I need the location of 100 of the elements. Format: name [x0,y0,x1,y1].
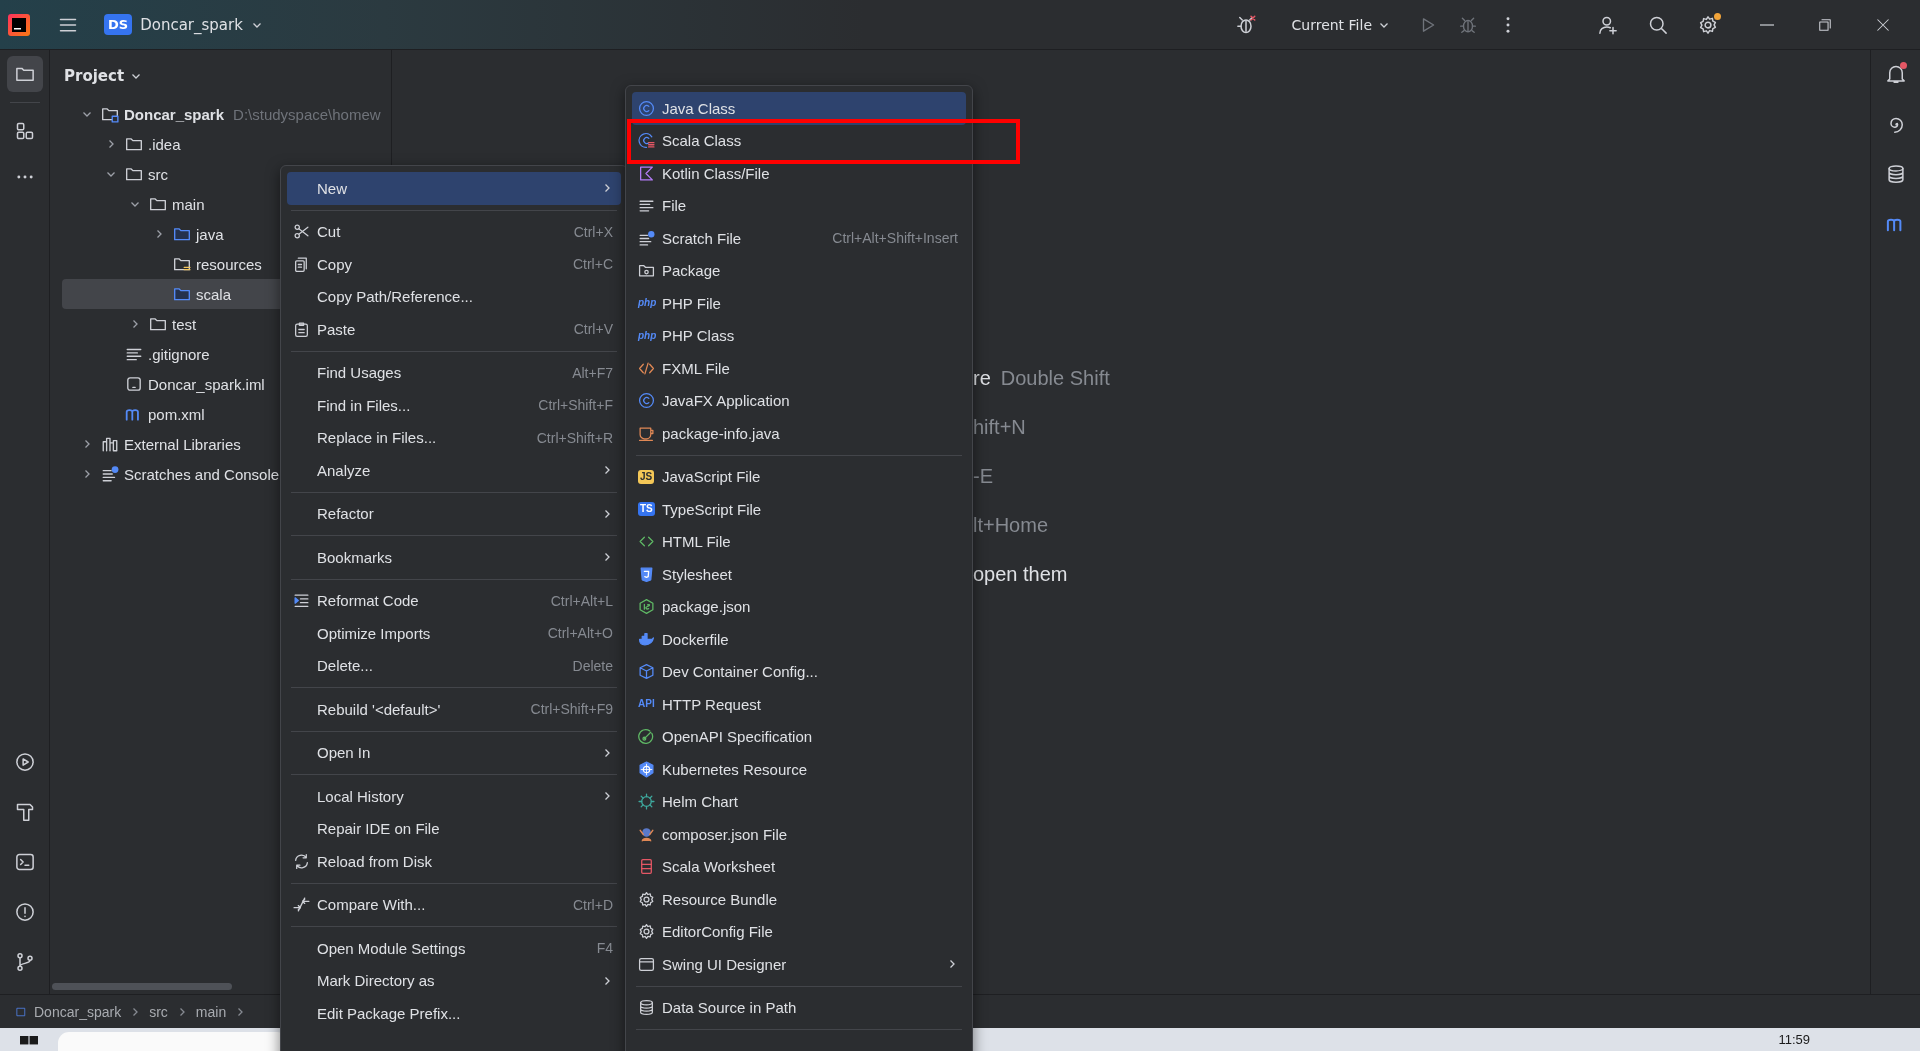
menu-item[interactable]: Open In [287,736,621,769]
menu-item[interactable]: Analyze [287,454,621,487]
books-icon [101,435,119,453]
menu-item[interactable]: Scratch File Ctrl+Alt+Shift+Insert [632,222,966,255]
menu-item[interactable]: TS TypeScript File [632,493,966,526]
menu-item[interactable]: Kotlin Class/File [632,157,966,190]
file-type-icon: php [638,330,657,341]
menu-item[interactable]: Swing UI Designer [632,948,966,981]
project-panel-title[interactable]: Project [64,67,143,85]
menu-item[interactable]: Mark Directory as [287,964,621,997]
restore-icon [1818,17,1832,32]
window-icon [638,955,655,973]
scissors-icon [293,223,310,241]
menu-item[interactable]: Dockerfile [632,623,966,656]
stack-icon [638,858,655,876]
menu-item[interactable]: Cut Ctrl+X [287,215,621,248]
menu-item[interactable]: php PHP File [632,287,966,320]
breadcrumb[interactable]: src [149,1003,168,1020]
tool-window-button[interactable] [6,56,43,92]
folder-icon [173,225,191,243]
scrollbar[interactable] [52,983,232,990]
run-config-selector[interactable]: Current File [1285,15,1396,34]
menu-item[interactable]: Reload from Disk [287,845,621,878]
module-icon [16,1006,26,1017]
menu-item[interactable]: php PHP Class [632,319,966,352]
project-badge: DS [104,14,133,35]
class-icon [638,132,655,150]
menu-item[interactable]: Compare With... Ctrl+D [287,888,621,921]
menu-item[interactable]: EditorConfig File [632,915,966,948]
structure-icon [14,121,35,141]
menu-item[interactable]: HTML File [632,525,966,558]
shortcut-text: Ctrl+Alt+L [550,592,613,609]
menu-item[interactable]: composer.json File [632,818,966,851]
app-logo[interactable] [8,13,30,36]
hint-text: re [973,367,991,390]
project-selector[interactable]: DS Doncar_spark [100,10,267,39]
menu-item[interactable]: Refactor [287,497,621,530]
tree-item[interactable]: .idea [62,129,391,159]
folder-icon [101,105,119,123]
settings-icon [1698,14,1718,35]
menu-item[interactable]: Delete... Delete [287,649,621,682]
menu-item[interactable]: package.json [632,590,966,623]
folder-icon [149,315,167,333]
menu-item[interactable]: FXML File [632,352,966,385]
branch-icon [14,952,35,972]
shortcut-text: Delete [572,657,613,674]
menu-item[interactable]: API HTTP Request [632,688,966,721]
file-type-icon: php [638,298,657,309]
menu-item[interactable]: Paste Ctrl+V [287,313,621,346]
breadcrumb[interactable]: main [195,1003,227,1020]
wheel-icon [638,793,655,811]
menu-item[interactable]: Kubernetes Resource [632,753,966,786]
shortcut-text: Ctrl+Alt+O [547,625,613,642]
menu-item[interactable]: File [632,189,966,222]
menu-item[interactable]: Edit Package Prefix... [287,997,621,1030]
folder-icon [173,285,191,303]
minimize-icon [1760,23,1774,26]
menu-item[interactable]: Find Usages Alt+F7 [287,356,621,389]
figure-icon [638,825,655,843]
menu-item[interactable]: package-info.java [632,417,966,450]
shortcut-text: Double Shift [1000,367,1110,390]
file-type-icon: TS [638,502,655,517]
menu-item[interactable]: Optimize Imports Ctrl+Alt+O [287,617,621,650]
shortcut-text: -E [973,465,993,488]
menu-item[interactable]: Rebuild '<default>' Ctrl+Shift+F9 [287,693,621,726]
menu-item[interactable]: New [287,172,621,205]
menu-item[interactable]: Local History [287,780,621,813]
menu-item[interactable]: Replace in Files... Ctrl+Shift+R [287,421,621,454]
clipboard-icon [293,320,310,338]
menu-item[interactable]: Bookmarks [287,541,621,574]
menu-item[interactable]: Open Module Settings F4 [287,932,621,965]
menu-item[interactable]: Scala Class [632,124,966,157]
hexagon-icon [638,598,655,616]
gear-icon [638,923,655,941]
menu-item[interactable]: Stylesheet [632,558,966,591]
menu-item[interactable]: Scala Worksheet [632,850,966,883]
shortcut-text: Ctrl+D [572,896,613,913]
shortcut-text: Ctrl+Shift+F [538,397,613,414]
menu-item[interactable]: Copy Ctrl+C [287,248,621,281]
tree-item[interactable]: Doncar_spark D:\studyspace\homew [62,99,391,129]
compare-icon [293,896,310,914]
menu-item[interactable]: Resource Bundle [632,883,966,916]
scratch-icon [638,229,655,247]
close-icon [1876,17,1890,32]
menu-item[interactable]: Dev Container Config... [632,655,966,688]
menu-item[interactable]: OpenAPI Specification [632,720,966,753]
k-icon [638,164,655,182]
menu-item[interactable]: JavaFX Application [632,384,966,417]
menu-item[interactable]: Reformat Code Ctrl+Alt+L [287,584,621,617]
menu-item[interactable]: Data Source in Path [632,991,966,1024]
project-path: D:\studyspace\homew [233,105,381,123]
menu-item[interactable]: Repair IDE on File [287,812,621,845]
whale-icon [638,630,655,648]
breadcrumb[interactable]: Doncar_spark [34,1003,122,1020]
menu-item[interactable]: Find in Files... Ctrl+Shift+F [287,389,621,422]
database-icon [638,999,655,1017]
folder-icon [173,255,191,273]
menu-item[interactable]: Helm Chart [632,785,966,818]
menu-item[interactable]: Package [632,254,966,287]
menu-item[interactable]: JS JavaScript File [632,460,966,493]
